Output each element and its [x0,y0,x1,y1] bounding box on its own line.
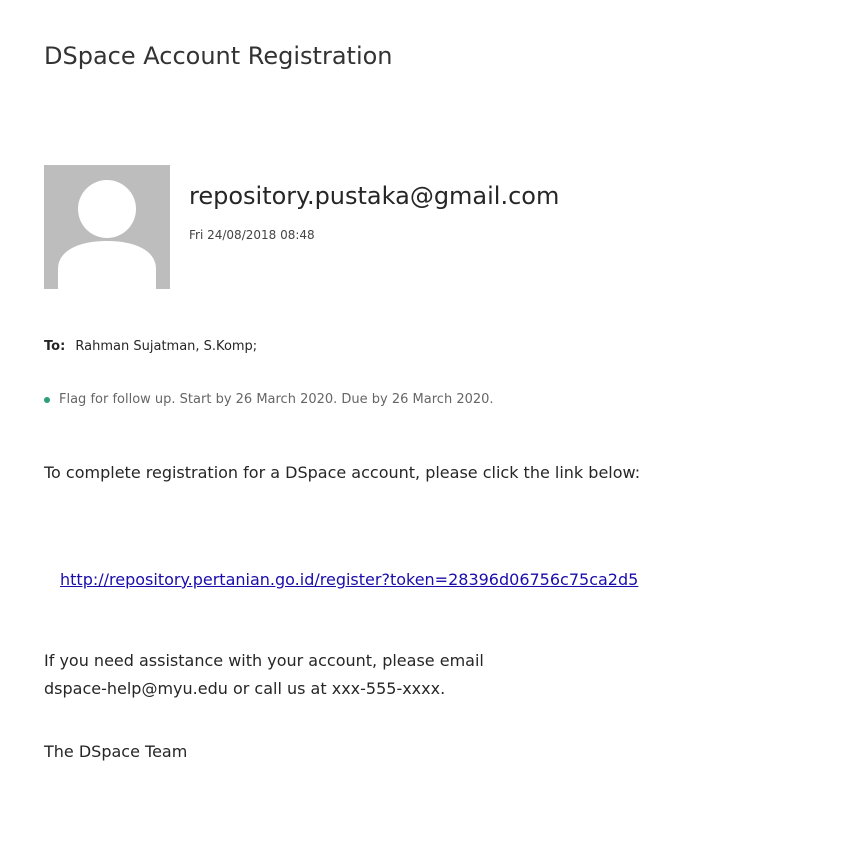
registration-link[interactable]: http://repository.pertanian.go.id/regist… [60,570,638,589]
assistance-line-1: If you need assistance with your account… [44,651,484,670]
person-placeholder-icon [58,180,156,289]
flag-dot-icon [44,396,50,403]
email-signature: The DSpace Team [44,742,188,761]
follow-up-flag: Flag for follow up. Start by 26 March 20… [44,392,494,407]
sent-timestamp: Fri 24/08/2018 08:48 [189,228,315,242]
sender-email[interactable]: repository.pustaka@gmail.com [189,182,559,210]
recipient-name[interactable]: Rahman Sujatman, S.Komp; [75,339,257,354]
recipient-line: To: Rahman Sujatman, S.Komp; [44,339,257,354]
body-paragraph-instructions: To complete registration for a DSpace ac… [44,463,641,482]
flag-text: Flag for follow up. Start by 26 March 20… [59,392,494,407]
email-subject: DSpace Account Registration [44,42,393,70]
assistance-line-2: dspace-help@myu.edu or call us at xxx-55… [44,679,446,698]
sender-avatar [44,165,170,289]
to-label: To: [44,339,66,354]
registration-link-container: http://repository.pertanian.go.id/regist… [60,570,638,589]
body-paragraph-assistance: If you need assistance with your account… [44,647,824,703]
